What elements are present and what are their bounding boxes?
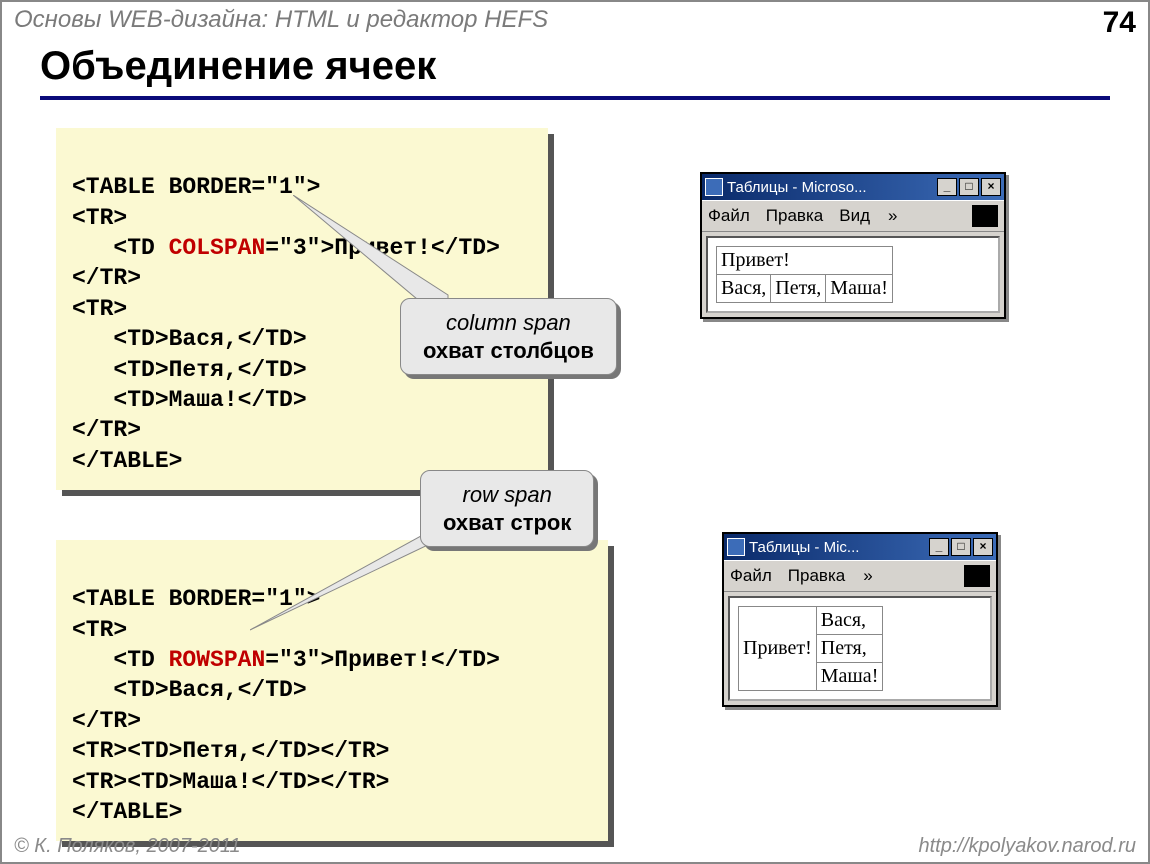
menu-edit[interactable]: Правка xyxy=(788,566,845,586)
cell-masha: Маша! xyxy=(826,275,893,303)
close-button[interactable]: × xyxy=(981,178,1001,196)
cell-vasya: Вася, xyxy=(717,275,771,303)
callout-rowspan: row span охват строк xyxy=(420,470,594,547)
ie-icon xyxy=(705,178,723,196)
throbber-icon xyxy=(964,565,990,587)
menu-file[interactable]: Файл xyxy=(730,566,772,586)
cell-vasya: Вася, xyxy=(816,607,883,635)
copyright: © К. Поляков, 2007-2011 xyxy=(14,835,241,858)
demo-table-colspan: Привет! Вася, Петя, Маша! xyxy=(716,246,893,303)
window-body-2: Привет! Вася, Петя, Маша! xyxy=(728,596,992,701)
window-title-2: Таблицы - Mic... xyxy=(749,539,929,556)
title-underline xyxy=(40,96,1110,100)
close-button[interactable]: × xyxy=(973,538,993,556)
cell-petya: Петя, xyxy=(771,275,826,303)
maximize-button[interactable]: □ xyxy=(951,538,971,556)
callout-line1: column span xyxy=(446,310,571,335)
menu-bar: Файл Правка Вид » xyxy=(702,200,1004,232)
callout2-line1: row span xyxy=(463,482,552,507)
cell-hello: Привет! xyxy=(739,607,817,691)
menu-file[interactable]: Файл xyxy=(708,206,750,226)
slide-title: Объединение ячеек xyxy=(40,44,436,89)
header: Основы WEB-дизайна: HTML и редактор HEFS… xyxy=(14,6,1136,40)
minimize-button[interactable]: _ xyxy=(929,538,949,556)
minimize-button[interactable]: _ xyxy=(937,178,957,196)
callout-colspan: column span охват столбцов xyxy=(400,298,617,375)
footer-url: http://kpolyakov.narod.ru xyxy=(918,835,1136,858)
window-body: Привет! Вася, Петя, Маша! xyxy=(706,236,1000,313)
browser-window-colspan: Таблицы - Microso... _ □ × Файл Правка В… xyxy=(700,172,1006,319)
callout-line2: охват столбцов xyxy=(423,337,594,365)
ie-icon xyxy=(727,538,745,556)
course-title: Основы WEB-дизайна: HTML и редактор HEFS xyxy=(14,6,548,40)
browser-window-rowspan: Таблицы - Mic... _ □ × Файл Правка » При… xyxy=(722,532,998,707)
window-titlebar-2: Таблицы - Mic... _ □ × xyxy=(724,534,996,560)
demo-table-rowspan: Привет! Вася, Петя, Маша! xyxy=(738,606,883,691)
cell-masha: Маша! xyxy=(816,663,883,691)
menu-edit[interactable]: Правка xyxy=(766,206,823,226)
window-title: Таблицы - Microso... xyxy=(727,179,937,196)
page-number: 74 xyxy=(1103,6,1136,40)
footer: © К. Поляков, 2007-2011 http://kpolyakov… xyxy=(14,835,1136,858)
callout2-line2: охват строк xyxy=(443,509,571,537)
menu-more-icon[interactable]: » xyxy=(863,566,872,586)
menu-bar-2: Файл Правка » xyxy=(724,560,996,592)
menu-more-icon[interactable]: » xyxy=(888,206,897,226)
window-titlebar: Таблицы - Microso... _ □ × xyxy=(702,174,1004,200)
menu-view[interactable]: Вид xyxy=(839,206,870,226)
cell-hello: Привет! xyxy=(717,247,893,275)
cell-petya: Петя, xyxy=(816,635,883,663)
maximize-button[interactable]: □ xyxy=(959,178,979,196)
throbber-icon xyxy=(972,205,998,227)
